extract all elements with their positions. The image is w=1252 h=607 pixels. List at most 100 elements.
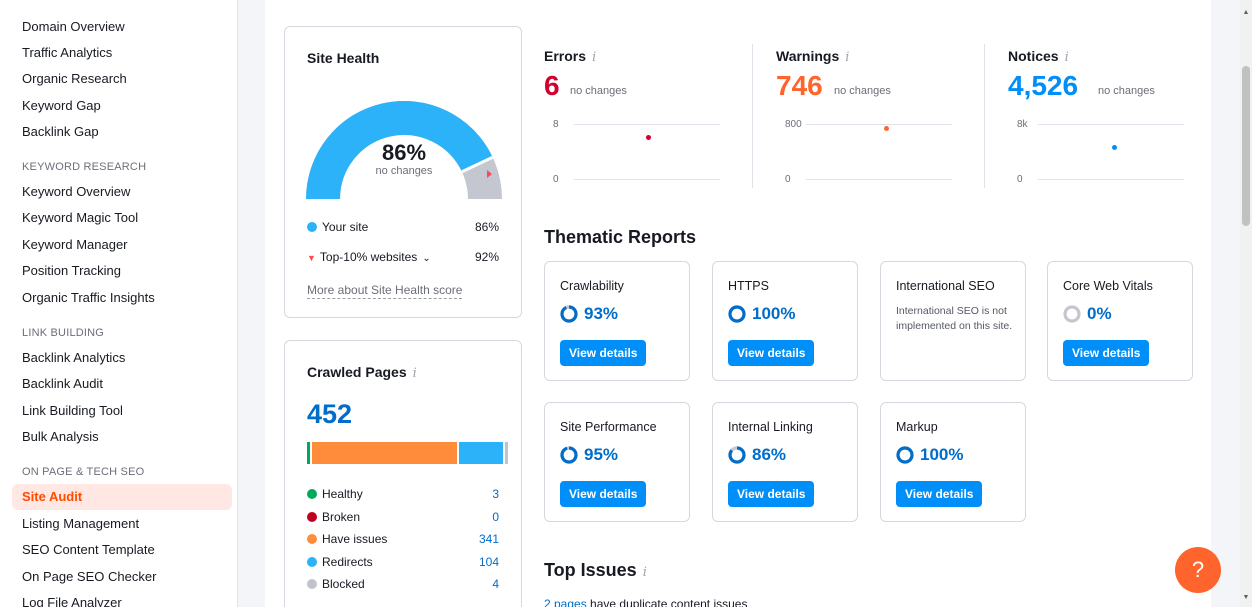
scroll-thumb[interactable] [1242, 66, 1250, 226]
scrollbar[interactable]: ▲ ▼ [1240, 0, 1252, 607]
view-details-button[interactable]: View details [560, 340, 647, 366]
legend-your-site: Your site 86% [307, 220, 499, 234]
axis-gridline [1038, 179, 1184, 180]
site-health-title: Site Health [307, 50, 380, 66]
view-details-button[interactable]: View details [896, 481, 983, 507]
legend-label: Top-10% websites [319, 250, 418, 264]
sidebar-item-traffic-analytics[interactable]: Traffic Analytics [12, 40, 232, 66]
sidebar-item-on-page-seo-checker[interactable]: On Page SEO Checker [12, 564, 232, 590]
scroll-down-icon[interactable]: ▼ [1242, 594, 1250, 602]
metric-value[interactable]: 4,526 [1008, 70, 1078, 102]
info-icon[interactable]: i [413, 366, 417, 381]
help-button[interactable]: ? [1175, 547, 1221, 593]
metric-errors: Errors i 6 no changes 8 0 [544, 0, 744, 190]
sidebar-item-link-building-tool[interactable]: Link Building Tool [12, 398, 232, 424]
crawled-row-label: Blocked [322, 577, 365, 591]
status-dot-icon [307, 556, 317, 567]
crawled-pages-title: Crawled Pages i [307, 364, 417, 381]
crawled-pages-total[interactable]: 452 [307, 399, 352, 430]
metric-point[interactable] [884, 126, 889, 131]
crawled-bar-segment[interactable] [458, 442, 504, 464]
sidebar-item-position-tracking[interactable]: Position Tracking [12, 258, 232, 284]
progress-ring-icon [560, 446, 578, 464]
chevron-down-icon: ⌄ [422, 253, 431, 264]
thematic-card-internal-linking: Internal Linking 86% View details [712, 402, 858, 522]
thematic-card-score[interactable]: 100% [728, 304, 795, 324]
status-dot-icon [307, 511, 317, 522]
crawled-row-value[interactable]: 4 [492, 577, 499, 591]
crawled-bar-segment[interactable] [312, 442, 457, 464]
thematic-card-score[interactable]: 93% [560, 304, 618, 324]
thematic-card-title: Internal Linking [728, 420, 813, 434]
top-issue-pages-link[interactable]: 2 pages [544, 597, 587, 607]
sidebar-item-listing-management[interactable]: Listing Management [12, 511, 232, 537]
info-icon[interactable]: i [1065, 50, 1069, 65]
thematic-card-title: HTTPS [728, 279, 769, 293]
sidebar-item-keyword-overview[interactable]: Keyword Overview [12, 179, 232, 205]
metric-separator [752, 44, 753, 188]
sidebar-item-organic-traffic-insights[interactable]: Organic Traffic Insights [12, 285, 232, 311]
thematic-card-pct: 86% [752, 445, 787, 464]
sidebar-item-backlink-gap[interactable]: Backlink Gap [12, 119, 232, 145]
thematic-card-site-performance: Site Performance 95% View details [544, 402, 690, 522]
thematic-card-international-seo: International SEO International SEO is no… [880, 261, 1026, 381]
metric-value[interactable]: 746 [776, 70, 823, 102]
site-health-score: 86% [381, 140, 427, 165]
sidebar-item-backlink-audit[interactable]: Backlink Audit [12, 371, 232, 397]
view-details-button[interactable]: View details [1063, 340, 1150, 366]
crawled-row-label: Broken [322, 509, 361, 524]
legend-top10[interactable]: ▼ Top-10% websites ⌄ 92% [307, 250, 499, 264]
crawled-row-blocked: Blocked 4 [307, 577, 499, 591]
crawled-row-value[interactable]: 104 [479, 555, 499, 569]
view-details-button[interactable]: View details [560, 481, 647, 507]
metric-warnings: Warnings i 746 no changes 800 0 [776, 0, 976, 190]
crawled-bar-segment[interactable] [505, 442, 509, 464]
more-about-site-health-link[interactable]: More about Site Health score [307, 283, 463, 299]
progress-ring-icon [560, 305, 578, 323]
metric-value[interactable]: 6 [544, 70, 560, 102]
legend-value: 86% [474, 220, 499, 234]
thematic-card-score[interactable]: 95% [560, 445, 618, 465]
sidebar-section-on-page-tech-seo: ON PAGE & TECH SEO [22, 466, 145, 478]
axis-min-label: 0 [1017, 174, 1023, 185]
crawled-row-value[interactable]: 3 [492, 487, 499, 501]
crawled-row-value[interactable]: 0 [492, 510, 499, 524]
sidebar-item-keyword-gap[interactable]: Keyword Gap [12, 93, 232, 119]
legend-value: 92% [474, 250, 499, 264]
axis-gridline [574, 124, 720, 125]
crawled-row-value[interactable]: 341 [479, 532, 499, 546]
thematic-card-pct: 100% [752, 304, 796, 323]
metric-point[interactable] [646, 135, 651, 140]
axis-gridline [806, 179, 952, 180]
info-icon[interactable]: i [643, 565, 647, 580]
sidebar-item-keyword-magic-tool[interactable]: Keyword Magic Tool [12, 205, 232, 231]
sidebar-item-seo-content-template[interactable]: SEO Content Template [12, 537, 232, 563]
metric-sub: no changes [834, 85, 891, 97]
scroll-up-icon[interactable]: ▲ [1242, 9, 1250, 17]
thematic-card-score[interactable]: 100% [896, 445, 963, 465]
info-icon[interactable]: i [592, 50, 596, 65]
sidebar-item-domain-overview[interactable]: Domain Overview [12, 14, 232, 40]
info-icon[interactable]: i [845, 50, 849, 65]
sidebar-item-log-file-analyzer[interactable]: Log File Analyzer [12, 590, 232, 607]
thematic-card-pct: 95% [584, 445, 619, 464]
view-details-button[interactable]: View details [728, 340, 815, 366]
thematic-card-score[interactable]: 0% [1063, 304, 1112, 324]
view-details-button[interactable]: View details [728, 481, 815, 507]
axis-max-label: 8k [1017, 119, 1028, 130]
sidebar-item-keyword-manager[interactable]: Keyword Manager [12, 232, 232, 258]
thematic-card-pct: 93% [584, 304, 619, 323]
crawled-bar-segment[interactable] [307, 442, 311, 464]
thematic-card-pct: 100% [920, 445, 964, 464]
metric-point[interactable] [1112, 145, 1117, 150]
crawled-row-label: Redirects [322, 554, 373, 569]
triangle-down-icon: ▼ [307, 253, 316, 263]
content-panel: Site Health 86% no changes Your site 86%… [265, 0, 1211, 607]
your-site-dot-icon [307, 222, 317, 232]
sidebar-item-site-audit[interactable]: Site Audit [12, 484, 232, 510]
thematic-card-score[interactable]: 86% [728, 445, 786, 465]
sidebar-item-organic-research[interactable]: Organic Research [12, 66, 232, 92]
sidebar-item-bulk-analysis[interactable]: Bulk Analysis [12, 424, 232, 450]
axis-max-label: 800 [785, 119, 802, 130]
sidebar-item-backlink-analytics[interactable]: Backlink Analytics [12, 345, 232, 371]
